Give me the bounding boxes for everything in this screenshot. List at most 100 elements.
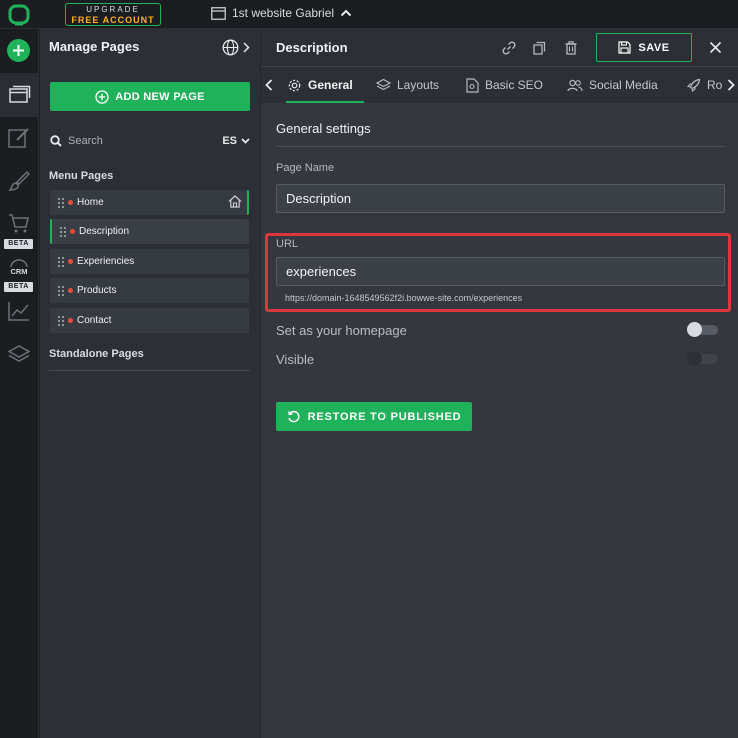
unpublished-dot (70, 229, 75, 234)
settings-tabs: General Layouts Basic SEO Social Media R… (261, 67, 738, 103)
search-bar: Search ES (50, 132, 250, 150)
general-settings-heading: General settings (276, 121, 371, 136)
editor-title: Description (276, 40, 348, 55)
page-item-description[interactable]: Description (50, 219, 249, 244)
page-name-input[interactable]: Description (276, 184, 725, 213)
plus-icon (13, 45, 24, 56)
layers-icon[interactable] (7, 343, 31, 367)
close-icon[interactable] (709, 41, 722, 54)
drag-handle-icon[interactable] (57, 197, 65, 209)
drag-handle-icon[interactable] (59, 226, 67, 238)
analytics-chart-icon[interactable] (7, 299, 31, 323)
floppy-disk-icon (618, 41, 632, 54)
save-label: SAVE (638, 41, 670, 54)
drag-handle-icon[interactable] (57, 315, 65, 327)
upgrade-button[interactable]: UPGRADE FREE ACCOUNT (65, 3, 161, 26)
visible-toggle[interactable] (687, 351, 718, 366)
page-item-label: Experiencies (77, 256, 135, 267)
brush-icon[interactable] (7, 169, 31, 193)
tab-layouts[interactable]: Layouts (376, 67, 439, 103)
language-dropdown[interactable]: ES (222, 135, 250, 147)
chevron-left-icon[interactable] (265, 79, 273, 91)
chevron-right-icon[interactable] (727, 79, 735, 91)
drag-handle-icon[interactable] (57, 256, 65, 268)
manage-pages-panel: Manage Pages ADD NEW PAGE Search ES Menu… (40, 29, 261, 738)
drag-handle-icon[interactable] (57, 285, 65, 297)
link-icon[interactable] (501, 40, 517, 56)
tab-basic-seo[interactable]: Basic SEO (466, 67, 543, 103)
unpublished-dot (68, 200, 73, 205)
edit-icon[interactable] (7, 126, 31, 150)
search-icon (50, 135, 62, 147)
homepage-setting-row: Set as your homepage (276, 321, 725, 339)
restore-label: RESTORE TO PUBLISHED (307, 410, 462, 423)
toggle-knob (687, 322, 702, 337)
page-settings-editor: Description SAVE General Layouts Basic S… (261, 29, 738, 738)
panel-title: Manage Pages (49, 39, 140, 54)
crm-label: CRM (10, 267, 27, 276)
users-icon (567, 79, 583, 91)
beta-badge: BETA (4, 239, 33, 249)
tab-general[interactable]: General (287, 67, 353, 103)
save-button[interactable]: SAVE (596, 33, 692, 62)
page-item-label: Home (77, 197, 104, 208)
page-item-label: Products (77, 285, 117, 296)
url-input[interactable]: experiences (276, 257, 725, 286)
standalone-pages-heading: Standalone Pages (49, 348, 144, 360)
unpublished-dot (68, 259, 73, 264)
shop-cart-icon[interactable] (7, 211, 31, 235)
page-item-label: Description (79, 226, 130, 237)
tab-social-media[interactable]: Social Media (567, 67, 658, 103)
upgrade-label: UPGRADE (86, 5, 140, 14)
tab-label: Layouts (397, 78, 440, 92)
section-divider (49, 370, 250, 371)
plus-circle-icon (95, 89, 109, 104)
page-item-home[interactable]: Home (50, 190, 249, 215)
unpublished-dot (68, 318, 73, 323)
beta-badge: BETA (4, 282, 33, 292)
website-name: 1st website Gabriel (232, 6, 335, 20)
homepage-toggle[interactable] (687, 322, 718, 337)
bowwe-logo-icon[interactable] (8, 4, 30, 26)
add-element-button[interactable] (7, 39, 30, 62)
search-input[interactable]: Search (68, 135, 222, 147)
section-divider (276, 146, 725, 147)
full-url-preview: https://domain-1648549562f2i.bowwe-site.… (285, 293, 523, 303)
trash-icon[interactable] (563, 40, 579, 56)
tab-label: Basic SEO (485, 78, 544, 92)
tab-rocket[interactable]: Ro (686, 67, 722, 103)
page-item-contact[interactable]: Contact (50, 308, 249, 333)
page-item-experiencies[interactable]: Experiencies (50, 249, 249, 274)
menu-pages-heading: Menu Pages (49, 170, 114, 182)
free-account-label: FREE ACCOUNT (71, 15, 155, 25)
restore-to-published-button[interactable]: RESTORE TO PUBLISHED (276, 402, 472, 431)
visible-label: Visible (276, 351, 315, 367)
chevron-up-icon (340, 9, 352, 17)
editor-header: Description SAVE (261, 29, 738, 67)
left-toolbar: BETA CRM BETA (0, 29, 39, 738)
globe-icon (222, 39, 239, 56)
duplicate-icon[interactable] (531, 40, 547, 56)
restore-icon (287, 410, 300, 423)
page-name-label: Page Name (276, 162, 335, 174)
crm-icon[interactable]: CRM (7, 255, 31, 279)
website-selector[interactable]: 1st website Gabriel (211, 6, 352, 20)
rocket-icon (687, 78, 701, 92)
language-settings-button[interactable] (222, 39, 250, 56)
add-new-page-label: ADD NEW PAGE (115, 90, 205, 103)
top-bar: UPGRADE FREE ACCOUNT 1st website Gabriel (0, 0, 738, 29)
add-new-page-button[interactable]: ADD NEW PAGE (50, 82, 250, 111)
tab-label: Ro (707, 78, 723, 92)
page-item-products[interactable]: Products (50, 278, 249, 303)
visible-setting-row: Visible (276, 350, 725, 368)
language-value: ES (222, 135, 237, 147)
layers-icon (376, 78, 391, 90)
active-tab-indicator (286, 101, 364, 103)
browser-window-icon (211, 6, 226, 20)
pages-icon[interactable] (7, 83, 31, 107)
tab-label: General (308, 78, 353, 92)
homepage-label: Set as your homepage (276, 322, 407, 338)
unpublished-dot (68, 288, 73, 293)
app-window: UPGRADE FREE ACCOUNT 1st website Gabriel… (0, 0, 738, 738)
gear-icon (288, 79, 301, 91)
